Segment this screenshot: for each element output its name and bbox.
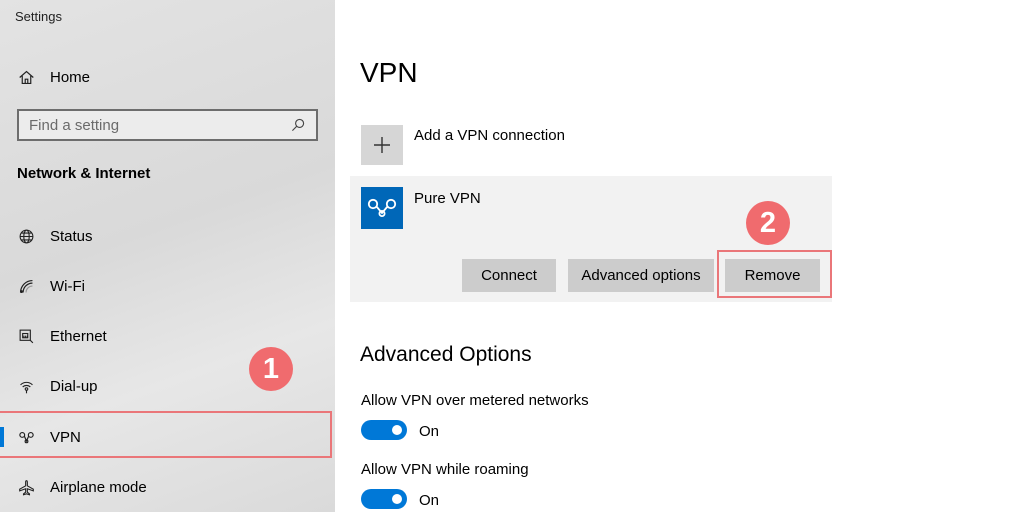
sidebar-item-label: Dial-up: [50, 377, 98, 395]
connect-button[interactable]: Connect: [462, 259, 556, 292]
ethernet-icon: [17, 327, 35, 345]
sidebar-item-home[interactable]: Home: [17, 66, 90, 88]
step-2-badge: 2: [746, 201, 790, 245]
step-1-badge: 1: [249, 347, 293, 391]
roaming-toggle[interactable]: [361, 489, 407, 509]
vpn-logo-icon: [367, 198, 397, 217]
search-icon[interactable]: [286, 113, 310, 137]
globe-icon: [17, 227, 35, 245]
advanced-options-heading: Advanced Options: [360, 343, 532, 366]
metered-toggle[interactable]: [361, 420, 407, 440]
metered-toggle-state: On: [419, 423, 440, 440]
add-vpn-button[interactable]: [361, 125, 403, 165]
search-input[interactable]: [19, 116, 286, 134]
sidebar-item-airplane-mode[interactable]: Airplane mode: [17, 475, 147, 499]
toggle-knob: [392, 425, 402, 435]
sidebar-item-status[interactable]: Status: [17, 224, 93, 248]
dial-up-icon: [17, 377, 35, 395]
roaming-toggle-state: On: [419, 492, 440, 509]
vpn-connection-name: Pure VPN: [414, 190, 481, 207]
plus-icon: [374, 137, 390, 153]
sidebar-item-ethernet[interactable]: Ethernet: [17, 324, 107, 348]
metered-setting-label: Allow VPN over metered networks: [361, 392, 589, 409]
roaming-setting-label: Allow VPN while roaming: [361, 461, 529, 478]
sidebar-item-label: Airplane mode: [50, 478, 147, 496]
section-title: Network & Internet: [17, 165, 151, 182]
wifi-icon: [17, 277, 35, 295]
window-title: Settings: [15, 9, 62, 24]
search-box[interactable]: [17, 109, 318, 141]
sidebar-item-dial-up[interactable]: Dial-up: [17, 374, 98, 398]
sidebar-item-label: Ethernet: [50, 327, 107, 345]
add-vpn-label[interactable]: Add a VPN connection: [414, 127, 565, 144]
airplane-icon: [17, 478, 35, 496]
sidebar-item-label: Status: [50, 227, 93, 245]
sidebar-item-label: Wi-Fi: [50, 277, 85, 295]
toggle-knob: [392, 494, 402, 504]
advanced-options-button[interactable]: Advanced options: [568, 259, 714, 292]
home-icon: [17, 68, 35, 86]
page-title: VPN: [360, 57, 418, 88]
sidebar-item-wifi[interactable]: Wi-Fi: [17, 274, 85, 298]
vpn-highlight-box: [0, 411, 332, 458]
remove-highlight-box: [717, 250, 832, 298]
sidebar-item-label: Home: [50, 68, 91, 86]
vpn-connection-logo: [361, 187, 403, 229]
